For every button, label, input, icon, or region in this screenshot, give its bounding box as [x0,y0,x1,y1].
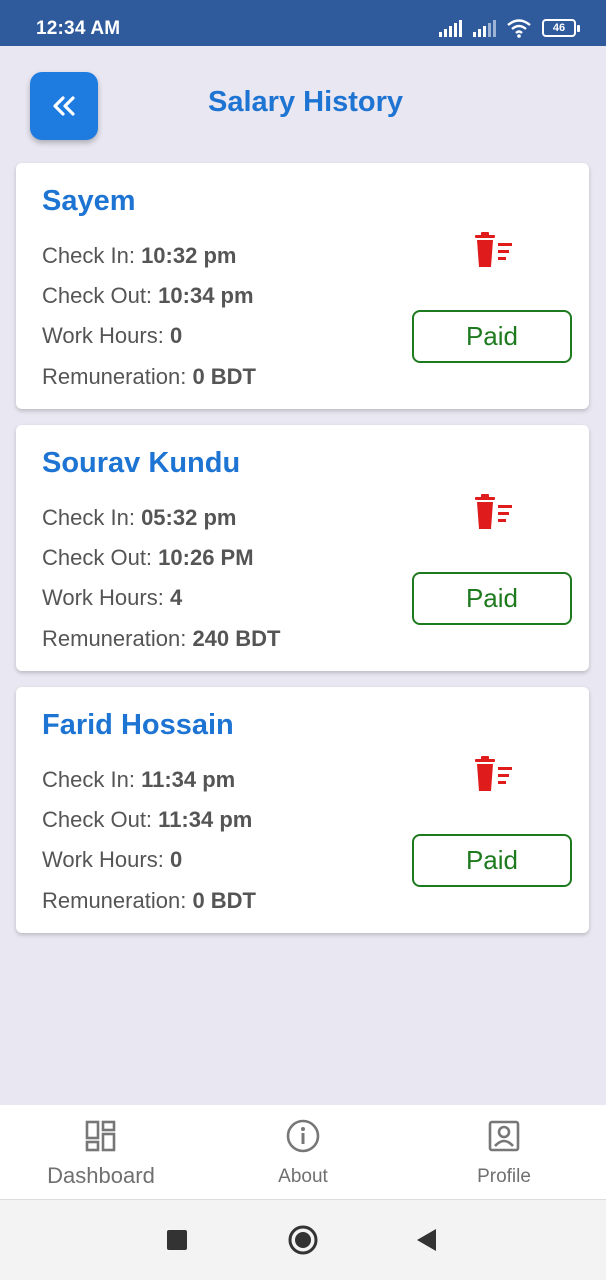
check-in-label: Check In: [42,243,135,268]
nav-dashboard[interactable]: Dashboard [21,1105,181,1200]
check-out-row: Check Out: 10:26 PM [42,545,254,571]
work-hours-label: Work Hours: [42,847,164,872]
check-out-value: 10:34 pm [158,283,254,308]
nav-label-profile: Profile [477,1166,531,1187]
info-icon [286,1119,320,1153]
work-hours-value: 0 [169,323,183,348]
remuneration-label: Remuneration: [42,626,187,651]
back-button[interactable] [30,72,98,140]
delete-button[interactable] [472,755,516,793]
check-in-value: 11:34 pm [141,767,236,792]
employee-name: Farid Hossain [42,709,234,741]
home-icon[interactable] [287,1225,319,1255]
remuneration-row: Remuneration: 0 BDT [42,364,256,390]
check-out-value: 11:34 pm [158,807,253,832]
dashboard-icon [85,1120,116,1152]
delete-button[interactable] [472,231,516,269]
check-out-row: Check Out: 11:34 pm [42,807,252,833]
delete-button[interactable] [472,493,516,531]
double-chevron-left-icon [53,96,75,116]
check-out-label: Check Out: [42,283,153,308]
work-hours-value: 4 [169,585,183,610]
check-in-value: 05:32 pm [141,505,237,530]
check-in-label: Check In: [42,767,135,792]
system-nav-bar [0,1200,606,1280]
signal-icon [439,20,462,37]
paid-button[interactable]: Paid [412,310,572,363]
wifi-icon [507,19,531,38]
battery-icon: 46 [542,19,580,37]
bottom-nav: Dashboard About Profile [0,1105,606,1200]
salary-record-card: Sourav Kundu Check In: 05:32 pm Check Ou… [16,425,589,671]
status-time: 12:34 AM [36,18,121,39]
nav-label-dashboard: Dashboard [47,1163,155,1188]
check-out-label: Check Out: [42,545,153,570]
page-title: Salary History [208,86,404,118]
check-out-label: Check Out: [42,807,153,832]
employee-name: Sayem [42,185,136,217]
profile-icon [488,1120,520,1152]
check-out-value: 10:26 PM [158,545,254,570]
delete-icon [475,756,512,791]
remuneration-value: 0 BDT [192,364,256,389]
recent-apps-icon[interactable] [166,1225,188,1255]
work-hours-row: Work Hours: 0 [42,323,182,349]
status-icons: 46 [438,16,580,40]
work-hours-label: Work Hours: [42,323,164,348]
remuneration-label: Remuneration: [42,364,187,389]
signal-icon-secondary [473,20,496,37]
delete-icon [475,232,512,267]
work-hours-value: 0 [169,847,183,872]
paid-button[interactable]: Paid [412,834,572,887]
remuneration-row: Remuneration: 0 BDT [42,888,256,914]
remuneration-row: Remuneration: 240 BDT [42,626,280,652]
remuneration-label: Remuneration: [42,888,187,913]
check-in-value: 10:32 pm [141,243,237,268]
check-in-row: Check In: 11:34 pm [42,767,235,793]
check-in-row: Check In: 05:32 pm [42,505,236,531]
delete-icon [475,494,512,529]
work-hours-row: Work Hours: 0 [42,847,182,873]
employee-name: Sourav Kundu [42,447,241,479]
paid-button[interactable]: Paid [412,572,572,625]
check-in-row: Check In: 10:32 pm [42,243,236,269]
nav-about[interactable]: About [223,1105,383,1200]
salary-record-card: Sayem Check In: 10:32 pm Check Out: 10:3… [16,163,589,409]
remuneration-value: 240 BDT [192,626,281,651]
salary-record-card: Farid Hossain Check In: 11:34 pm Check O… [16,687,589,933]
nav-profile[interactable]: Profile [424,1105,584,1200]
back-nav-icon[interactable] [414,1225,438,1255]
work-hours-row: Work Hours: 4 [42,585,182,611]
check-out-row: Check Out: 10:34 pm [42,283,254,309]
status-bar: 12:34 AM 46 [0,0,606,46]
nav-label-about: About [278,1166,328,1187]
work-hours-label: Work Hours: [42,585,164,610]
check-in-label: Check In: [42,505,135,530]
remuneration-value: 0 BDT [192,888,256,913]
